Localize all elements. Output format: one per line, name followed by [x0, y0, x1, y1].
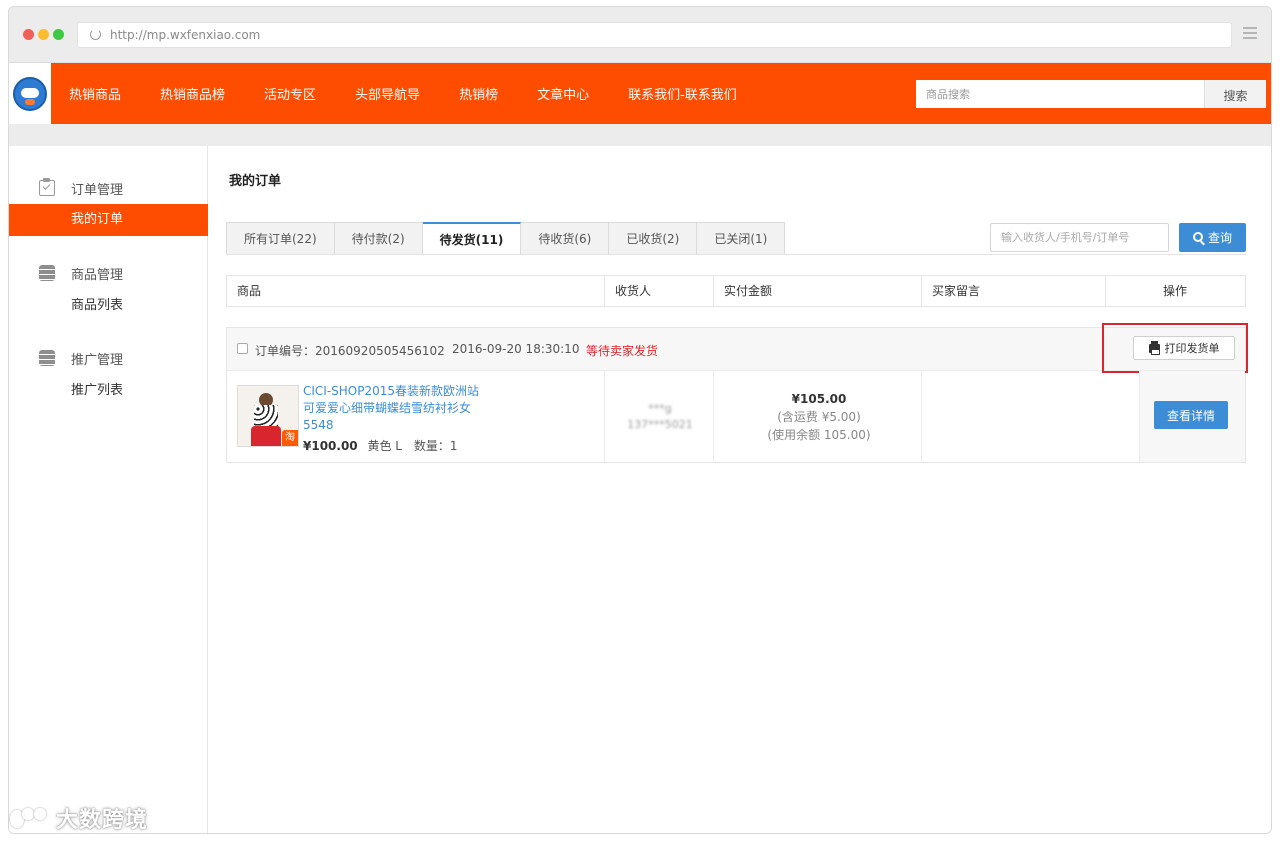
- nav-item-contact[interactable]: 联系我们-联系我们: [628, 84, 737, 103]
- amount-balance: (使用余额 105.00): [767, 428, 871, 442]
- database-icon: [39, 265, 55, 281]
- nav-item-header-nav[interactable]: 头部导航导: [355, 84, 420, 103]
- watermark-logo-icon: [8, 804, 56, 832]
- receiver-name: ***g: [648, 402, 672, 415]
- hamburger-menu-icon[interactable]: [1243, 27, 1257, 39]
- product-price-row: ¥100.00 黄色 L 数量：1: [303, 437, 457, 454]
- database-icon: [39, 350, 55, 366]
- column-header-actions: 操作: [1163, 284, 1188, 298]
- minimize-window-button[interactable]: [38, 29, 49, 40]
- column-divider: [713, 276, 714, 306]
- maximize-window-button[interactable]: [53, 29, 64, 40]
- header-spacer: [9, 124, 1271, 146]
- order-number: 订单编号：20160920505456102: [255, 344, 445, 358]
- actions-cell: 查看详情: [1140, 371, 1245, 462]
- tab-pending-payment[interactable]: 待付款(2): [334, 222, 423, 255]
- column-divider: [604, 371, 605, 462]
- url-text: http://mp.wxfenxiao.com: [110, 28, 261, 42]
- product-spec: 黄色 L: [367, 439, 402, 453]
- column-divider: [921, 276, 922, 306]
- browser-window: http://mp.wxfenxiao.com 热销商品 热销商品榜 活动专区 …: [8, 6, 1272, 834]
- view-details-button[interactable]: 查看详情: [1154, 401, 1228, 429]
- order-item-row: 淘 CICI-SHOP2015春装新款欧洲站可爱爱心细带蝴蝶结雪纺衬衫女5548…: [227, 371, 1245, 462]
- clipboard-check-icon: [39, 178, 55, 196]
- tabs-divider: [226, 254, 1246, 255]
- product-price: ¥100.00: [303, 439, 358, 453]
- tab-pending-receipt[interactable]: 待收货(6): [521, 222, 610, 255]
- sidebar-item-promotion-list[interactable]: 推广列表: [9, 375, 208, 407]
- sidebar-group-promotion: 推广管理: [39, 348, 123, 368]
- order-query-input[interactable]: [990, 223, 1169, 252]
- amount-shipping: (含运费 ¥5.00): [777, 410, 861, 424]
- receiver-phone: 137***5021: [627, 418, 693, 431]
- site-logo[interactable]: [9, 63, 51, 124]
- order-select-checkbox[interactable]: [237, 343, 248, 354]
- nav-item-promotions[interactable]: 活动专区: [264, 84, 316, 103]
- sidebar-group-title: 订单管理: [71, 182, 124, 198]
- sidebar-group-title: 商品管理: [71, 267, 124, 283]
- paid-amount: ¥105.00 (含运费 ¥5.00) (使用余额 105.00): [716, 390, 922, 444]
- product-name-link[interactable]: CICI-SHOP2015春装新款欧洲站可爱爱心细带蝴蝶结雪纺衬衫女5548: [303, 383, 483, 434]
- printer-icon: [1148, 340, 1160, 355]
- watermark: 大数跨境: [8, 802, 148, 834]
- taobao-icon: 淘: [282, 430, 298, 446]
- nav-item-hot-products[interactable]: 热销商品: [69, 84, 121, 103]
- receiver-info: ***g 137***5021: [607, 401, 713, 433]
- tab-pending-shipment[interactable]: 待发货(11): [422, 222, 522, 255]
- print-shipping-slip-button[interactable]: 打印发货单: [1133, 336, 1235, 360]
- product-search-input[interactable]: [916, 80, 1204, 108]
- sidebar-group-products: 商品管理: [39, 263, 123, 283]
- nav-item-articles[interactable]: 文章中心: [537, 84, 589, 103]
- column-divider: [604, 276, 605, 306]
- print-button-label: 打印发货单: [1164, 342, 1220, 355]
- column-header-receiver: 收货人: [615, 284, 652, 298]
- main-content: 我的订单 所有订单(22) 待付款(2) 待发货(11) 待收货(6) 已收货(…: [209, 146, 1271, 833]
- order-status-tabs: 所有订单(22) 待付款(2) 待发货(11) 待收货(6) 已收货(2) 已关…: [226, 222, 786, 255]
- product-search: 搜索: [916, 80, 1266, 108]
- column-divider: [921, 371, 922, 462]
- column-header-buyer-message: 买家留言: [932, 284, 981, 298]
- nav-item-hot-ranking[interactable]: 热销商品榜: [160, 84, 225, 103]
- sidebar-group-orders: 订单管理: [39, 178, 123, 198]
- close-window-button[interactable]: [23, 29, 34, 40]
- column-divider: [713, 371, 714, 462]
- tab-all-orders[interactable]: 所有订单(22): [226, 222, 335, 255]
- top-navigation: 热销商品 热销商品榜 活动专区 头部导航导 热销榜 文章中心 联系我们-联系我们…: [9, 63, 1271, 124]
- product-thumbnail[interactable]: 淘: [237, 385, 299, 447]
- sidebar-item-product-list[interactable]: 商品列表: [9, 290, 208, 322]
- mascot-icon: [13, 76, 47, 111]
- amount-total: ¥105.00: [791, 392, 847, 406]
- reload-icon[interactable]: [90, 29, 101, 40]
- column-header-product: 商品: [237, 284, 262, 298]
- address-bar[interactable]: http://mp.wxfenxiao.com: [77, 22, 1232, 48]
- search-icon: [1192, 231, 1203, 242]
- tab-closed[interactable]: 已关闭(1): [697, 222, 786, 255]
- nav-item-bestsellers[interactable]: 热销榜: [459, 84, 498, 103]
- order-table-header: 商品 收货人 实付金额 买家留言 操作: [226, 275, 1246, 307]
- product-quantity: 数量：1: [413, 439, 458, 453]
- product-search-button[interactable]: 搜索: [1204, 80, 1266, 108]
- tab-received[interactable]: 已收货(2): [609, 222, 698, 255]
- browser-toolbar: http://mp.wxfenxiao.com: [9, 7, 1271, 63]
- column-divider: [1105, 276, 1106, 306]
- sidebar-item-my-orders[interactable]: 我的订单: [9, 204, 208, 236]
- order-datetime: 2016-09-20 18:30:10: [452, 342, 580, 356]
- sidebar: 订单管理 我的订单 商品管理 商品列表 推广管理 推广列表: [9, 146, 208, 833]
- column-header-amount: 实付金额: [724, 284, 773, 298]
- order-status: 等待卖家发货: [586, 344, 659, 358]
- order-query-button-label: 查询: [1207, 231, 1232, 245]
- order-card: 订单编号：20160920505456102 2016-09-20 18:30:…: [226, 323, 1248, 463]
- watermark-text: 大数跨境: [56, 808, 149, 833]
- order-header: 订单编号：20160920505456102 2016-09-20 18:30:…: [227, 323, 1248, 373]
- order-query-button[interactable]: 查询: [1179, 223, 1246, 252]
- page-title: 我的订单: [229, 174, 282, 189]
- sidebar-group-title: 推广管理: [71, 352, 124, 368]
- nav-menu: 热销商品 热销商品榜 活动专区 头部导航导 热销榜 文章中心 联系我们-联系我们: [69, 63, 776, 124]
